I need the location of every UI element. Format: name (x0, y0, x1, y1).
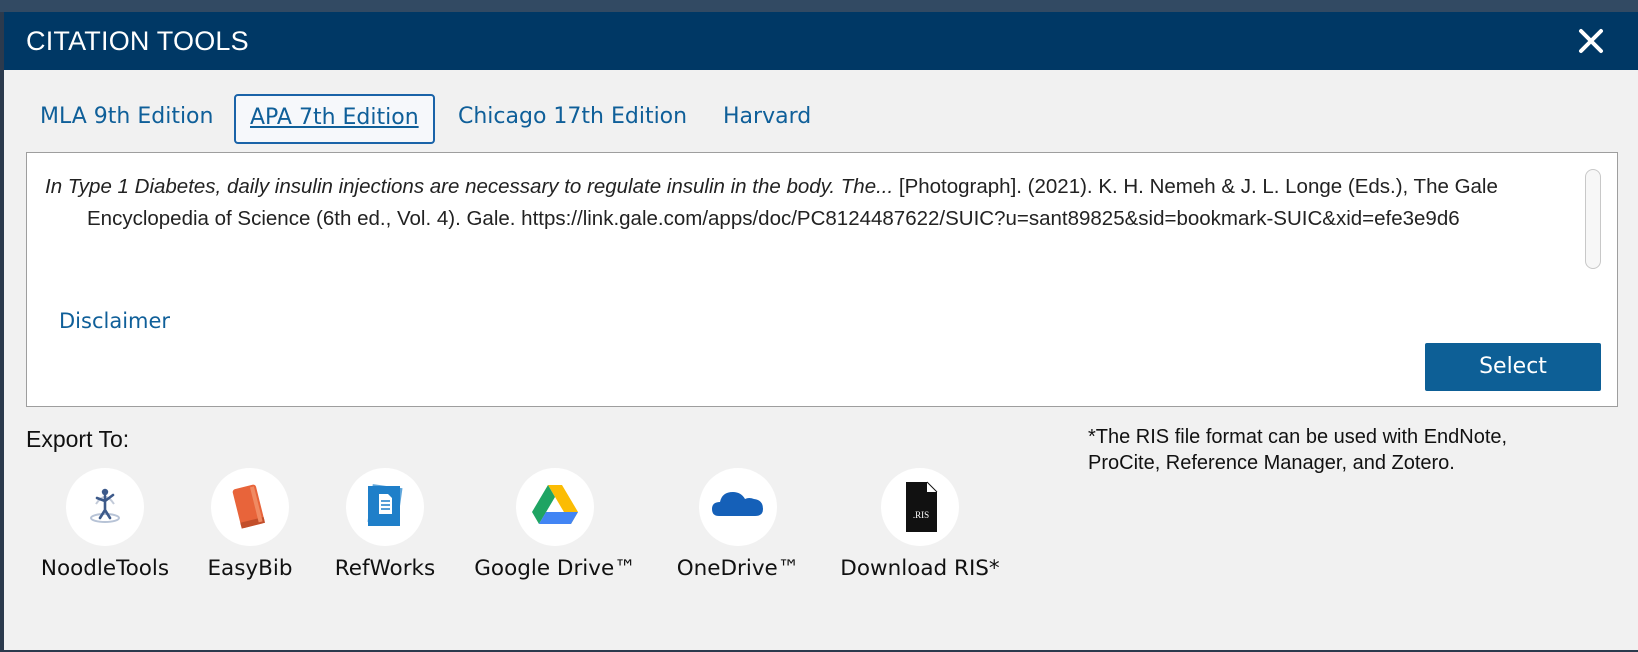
export-onedrive[interactable]: OneDrive™ (668, 468, 808, 581)
tab-apa[interactable]: APA 7th Edition (234, 94, 435, 144)
export-google-drive[interactable]: Google Drive™ (470, 468, 640, 581)
onedrive-icon (712, 492, 763, 516)
export-google-drive-label: Google Drive™ (474, 556, 636, 581)
export-refworks[interactable]: RefWorks (330, 468, 440, 581)
select-button[interactable]: Select (1425, 343, 1601, 391)
close-icon (1579, 29, 1603, 53)
export-easybib[interactable]: EasyBib (200, 468, 300, 581)
citation-title: In Type 1 Diabetes, daily insulin inject… (45, 175, 894, 198)
export-refworks-label: RefWorks (334, 556, 436, 581)
citation-scrollbar[interactable] (1585, 169, 1601, 269)
export-noodletools[interactable]: NoodleTools (40, 468, 170, 581)
export-label: Export To: (26, 426, 130, 452)
citation-text[interactable]: In Type 1 Diabetes, daily insulin inject… (45, 171, 1527, 235)
export-download-ris-label: Download RIS* (840, 556, 1000, 581)
citation-tools-dialog: CITATION TOOLS MLA 9th Edition APA 7th E… (4, 12, 1638, 650)
disclaimer-link[interactable]: Disclaimer (59, 309, 170, 333)
ris-note: *The RIS file format can be used with En… (1088, 426, 1508, 474)
easybib-icon (232, 484, 266, 529)
ris-file-icon: .RIS (906, 481, 938, 532)
tab-harvard[interactable]: Harvard (723, 94, 811, 140)
citation-box: In Type 1 Diabetes, daily insulin inject… (26, 152, 1618, 407)
refworks-icon (367, 484, 403, 526)
tab-mla[interactable]: MLA 9th Edition (40, 94, 213, 140)
close-button[interactable] (1574, 24, 1608, 58)
export-noodletools-label: NoodleTools (40, 556, 170, 581)
export-easybib-label: EasyBib (207, 556, 293, 581)
background-page-strip (0, 0, 1638, 12)
ris-file-icon-text: .RIS (913, 510, 929, 520)
google-drive-icon (532, 485, 578, 524)
export-download-ris[interactable]: .RIS Download RIS* (830, 468, 1010, 581)
tab-chicago[interactable]: Chicago 17th Edition (458, 94, 687, 140)
export-onedrive-label: OneDrive™ (676, 556, 800, 581)
noodletools-icon (90, 488, 120, 523)
dialog-title: CITATION TOOLS (26, 26, 249, 56)
dialog-header: CITATION TOOLS (4, 12, 1638, 70)
